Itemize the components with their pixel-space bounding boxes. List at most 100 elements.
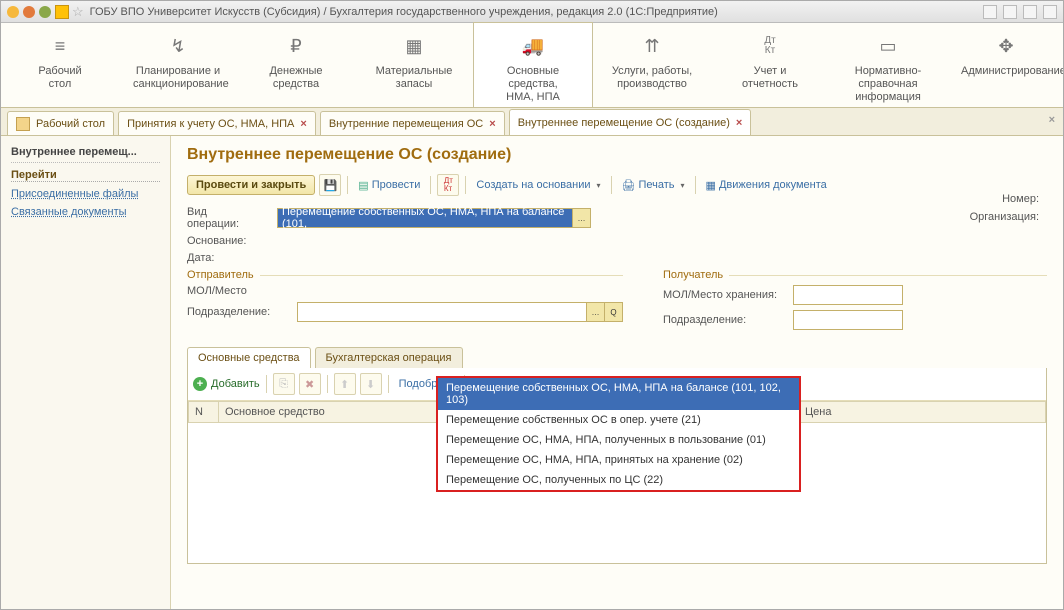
lookup-button[interactable]: … [587, 302, 605, 322]
post-button[interactable]: ▤Провести [354, 179, 424, 192]
tab-label: Принятия к учету ОС, НМА, НПА [127, 118, 294, 130]
operation-type-label: Вид операции: [187, 206, 277, 230]
nav-materials[interactable]: ▦ Материальные запасы [355, 23, 473, 107]
move-down-button[interactable]: ⬇ [360, 373, 382, 395]
nav-label: Нормативно-справочная информация [843, 65, 933, 104]
org-label: Организация: [970, 211, 1039, 223]
nav-label: Материальные запасы [369, 65, 459, 91]
nav-desktop[interactable]: ≡ Рабочий стол [1, 23, 119, 107]
tab-label: Внутренние перемещения ОС [329, 118, 483, 130]
nav-admin[interactable]: ✥ Администрирование [947, 23, 1064, 107]
form-toolbar: Провести и закрыть 💾 ▤Провести ДтКт Созд… [187, 174, 1047, 196]
titlebar-tool-icon[interactable] [1043, 5, 1057, 19]
subdivision-label: Подразделение: [187, 306, 297, 318]
document-tabs: Рабочий стол Принятия к учету ОС, НМА, Н… [1, 108, 1063, 136]
plus-icon: + [193, 377, 207, 391]
dropdown-option[interactable]: Перемещение ОС, полученных по ЦС (22) [438, 470, 799, 490]
dtkt-button[interactable]: ДтКт [437, 174, 459, 196]
copy-row-button[interactable]: ⎘ [273, 373, 295, 395]
create-basis-button[interactable]: Создать на основании [472, 179, 604, 191]
nav-cash[interactable]: ₽ Денежные средства [237, 23, 355, 107]
nav-fixed-assets[interactable]: 🚚 Основные средства, НМА, НПА [473, 22, 593, 107]
print-button[interactable]: 🖨Печать [618, 179, 689, 192]
nav-label: Администрирование [961, 65, 1051, 78]
sidebar-goto-link[interactable]: Перейти [11, 169, 160, 182]
toolbar-label: Добавить [211, 378, 260, 390]
window-close-icon[interactable] [39, 6, 51, 18]
toolbar-label: Движения документа [719, 179, 827, 191]
number-label: Номер: [1002, 193, 1039, 205]
sidebar-header: Внутреннее перемещ... [11, 146, 160, 163]
sidebar: Внутреннее перемещ... Перейти Присоедине… [1, 136, 171, 609]
nav-planning[interactable]: ↯Планирование и санкционирование [119, 23, 237, 107]
mol-storage-label: МОЛ/Место хранения: [663, 289, 793, 301]
doc-icon: ▦ [706, 179, 716, 192]
dropdown-option[interactable]: Перемещение собственных ОС, НМА, НПА на … [438, 378, 799, 410]
delete-row-button[interactable]: ✖ [299, 373, 321, 395]
grid-icon: ▦ [369, 33, 459, 59]
date-label: Дата: [187, 252, 277, 264]
close-all-tabs-icon[interactable]: × [1049, 114, 1055, 126]
input-value: Перемещение собственных ОС, НМА, НПА на … [282, 206, 568, 230]
titlebar-tool-icon[interactable] [1003, 5, 1017, 19]
nav-label: Основные средства, НМА, НПА [488, 65, 578, 104]
tab-acceptance[interactable]: Принятия к учету ОС, НМА, НПА × [118, 111, 316, 135]
add-row-button[interactable]: + Добавить [193, 377, 260, 391]
sliders-icon: ⇈ [607, 33, 697, 59]
window-maximize-icon[interactable] [23, 6, 35, 18]
move-up-button[interactable]: ⬆ [334, 373, 356, 395]
window-minimize-icon[interactable] [7, 6, 19, 18]
favorite-icon[interactable]: ☆ [72, 4, 84, 20]
operation-dropdown-button[interactable]: … [573, 208, 591, 228]
toolbar-label: Провести [372, 179, 421, 191]
currency-icon: ₽ [251, 33, 341, 59]
titlebar-tool-icon[interactable] [983, 5, 997, 19]
form-area: Внутреннее перемещение ОС (создание) Про… [171, 136, 1063, 609]
subtab-accounting[interactable]: Бухгалтерская операция [315, 347, 463, 368]
tab-label: Рабочий стол [36, 118, 105, 130]
titlebar: ☆ ГОБУ ВПО Университет Искусств (Субсиди… [1, 1, 1063, 23]
dropdown-option[interactable]: Перемещение ОС, НМА, НПА, принятых на хр… [438, 450, 799, 470]
sender-subdivision-input[interactable] [297, 302, 587, 322]
nav-label: Услуги, работы, производство [607, 65, 697, 91]
gear-icon: ✥ [961, 33, 1051, 59]
tab-movements-list[interactable]: Внутренние перемещения ОС × [320, 111, 505, 135]
subtab-assets[interactable]: Основные средства [187, 347, 311, 368]
movements-button[interactable]: ▦Движения документа [702, 179, 831, 192]
tab-desktop[interactable]: Рабочий стол [7, 111, 114, 135]
dropdown-option[interactable]: Перемещение собственных ОС в опер. учете… [438, 410, 799, 430]
box-icon: ▭ [843, 33, 933, 59]
search-button[interactable]: Q [605, 302, 623, 322]
receiver-legend: Получатель [663, 269, 729, 281]
tab-close-icon[interactable]: × [489, 118, 495, 130]
receiver-mol-input[interactable] [793, 285, 903, 305]
nav-accounting[interactable]: Дт КтУчет и отчетность [711, 23, 829, 107]
tab-close-icon[interactable]: × [300, 118, 306, 130]
mol-label: МОЛ/Место [187, 285, 267, 297]
sidebar-link-related[interactable]: Связанные документы [11, 206, 160, 218]
titlebar-tool-icon[interactable] [1023, 5, 1037, 19]
nav-label: Рабочий стол [15, 65, 105, 91]
nav-label: Учет и отчетность [725, 65, 815, 91]
dropdown-option[interactable]: Перемещение ОС, НМА, НПА, полученных в п… [438, 430, 799, 450]
nav-label: Денежные средства [251, 65, 341, 91]
tab-movement-create[interactable]: Внутреннее перемещение ОС (создание) × [509, 109, 752, 135]
nav-reference[interactable]: ▭ Нормативно-справочная информация [829, 23, 947, 107]
sidebar-link-attached[interactable]: Присоединенные файлы [11, 188, 160, 200]
tab-label: Внутреннее перемещение ОС (создание) [518, 117, 730, 129]
sender-legend: Отправитель [187, 269, 260, 281]
receiver-subdivision-input[interactable] [793, 310, 903, 330]
nav-services[interactable]: ⇈ Услуги, работы, производство [593, 23, 711, 107]
app-logo-icon [55, 5, 69, 19]
operation-type-input[interactable]: Перемещение собственных ОС, НМА, НПА на … [277, 208, 573, 228]
col-price[interactable]: Цена [799, 402, 1046, 423]
printer-icon: 🖨 [622, 179, 636, 192]
operation-dropdown-list: Перемещение собственных ОС, НМА, НПА на … [436, 376, 801, 492]
post-and-close-button[interactable]: Провести и закрыть [187, 175, 315, 195]
tab-close-icon[interactable]: × [736, 117, 742, 129]
toolbar-label: Печать [638, 179, 674, 191]
col-n[interactable]: N [189, 402, 219, 423]
truck-icon: 🚚 [488, 33, 578, 59]
save-button[interactable]: 💾 [319, 174, 341, 196]
list-icon: ≡ [15, 33, 105, 59]
